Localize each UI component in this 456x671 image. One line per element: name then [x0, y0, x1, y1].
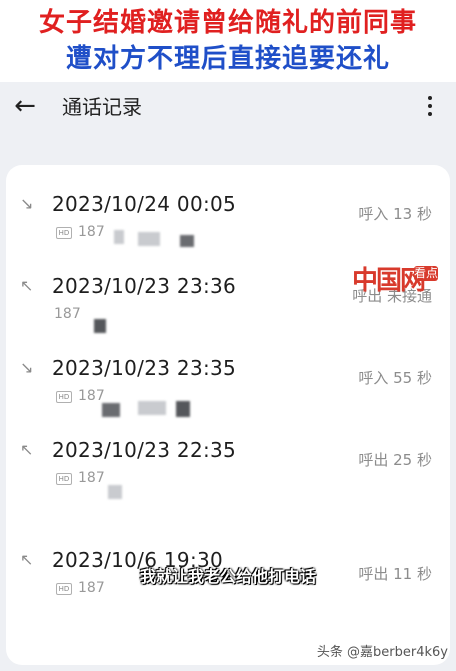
watermark-tag: 看点	[414, 266, 439, 281]
more-options-icon[interactable]	[420, 92, 440, 122]
call-log-item[interactable]: ↖ 2023/10/23 22:35 HD 187 呼出 25 秒	[6, 411, 450, 499]
redacted-number	[138, 232, 160, 246]
call-datetime: 2023/10/24 00:05	[52, 192, 237, 216]
hd-icon: HD	[56, 227, 72, 239]
call-log-item[interactable]: ↖ 2023/10/6 19:30 HD 187 呼出 11 秒	[6, 493, 450, 596]
app-bar: ← 通话记录	[0, 82, 456, 132]
incoming-call-icon: ↘	[20, 358, 34, 377]
call-log-item[interactable]: ↘ 2023/10/24 00:05 HD 187 呼入 13 秒	[6, 165, 450, 247]
call-status: 呼出 25 秒	[358, 451, 432, 469]
redacted-number	[180, 235, 194, 247]
call-log-item[interactable]: ↘ 2023/10/23 23:35 HD 187 呼入 55 秒	[6, 329, 450, 417]
source-credit: 头条 @嘉berber4k6y	[316, 645, 448, 660]
hd-icon: HD	[56, 391, 72, 403]
hd-icon: HD	[56, 473, 72, 485]
phone-number: 187	[78, 470, 105, 486]
back-arrow-icon[interactable]: ←	[10, 92, 40, 122]
page-title: 通话记录	[62, 95, 142, 119]
phone-number: 187	[54, 306, 81, 322]
headline-line-1: 女子结婚邀请曾给随礼的前同事	[38, 8, 417, 38]
phone-number: 187	[78, 224, 105, 240]
call-datetime: 2023/10/23 22:35	[52, 438, 237, 462]
incoming-call-icon: ↘	[20, 194, 34, 213]
redacted-number	[114, 230, 124, 244]
china-net-watermark: 中国网 看点	[352, 264, 444, 304]
phone-number: 187	[78, 388, 105, 404]
call-log-list: ↘ 2023/10/24 00:05 HD 187 呼入 13 秒 ↖ 2023…	[6, 165, 450, 665]
call-datetime: 2023/10/23 23:36	[52, 274, 237, 298]
headline-line-2: 遭对方不理后直接追要还礼	[65, 44, 390, 74]
outgoing-call-icon: ↖	[20, 440, 34, 459]
call-datetime: 2023/10/23 23:35	[52, 356, 237, 380]
outgoing-call-icon: ↖	[20, 276, 34, 295]
call-status: 呼入 13 秒	[358, 205, 432, 223]
headline-banner: 女子结婚邀请曾给随礼的前同事 遭对方不理后直接追要还礼	[0, 0, 456, 82]
video-subtitle: 我就让我老公给他打电话	[139, 567, 316, 586]
call-status: 呼入 55 秒	[358, 369, 432, 387]
